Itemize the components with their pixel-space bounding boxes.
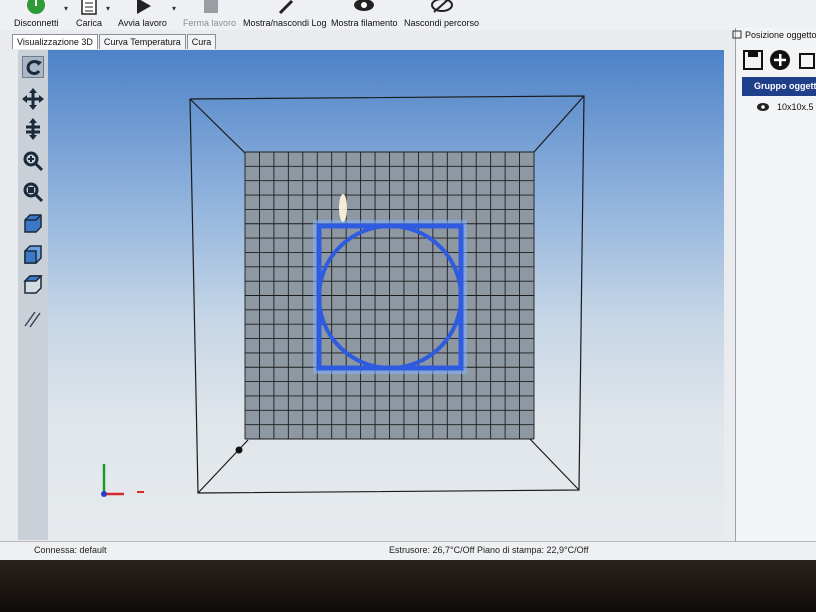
view-tabs: Visualizzazione 3D Curva Temperatura Cur… <box>12 34 217 49</box>
load-button[interactable]: Carica <box>76 0 102 30</box>
temperature-status: Estrusore: 26,7°C/Off Piano di stampa: 2… <box>389 545 589 555</box>
move-view-button[interactable] <box>22 88 44 110</box>
bed-grid <box>244 151 535 440</box>
stop-job-label: Ferma lavoro <box>183 18 237 28</box>
zoom-in-button[interactable] <box>22 150 44 172</box>
zoom-fit-icon <box>23 182 44 203</box>
view-tools <box>18 50 48 540</box>
disconnect-button[interactable]: Disconnetti <box>14 0 59 30</box>
move-vertical-icon <box>26 118 40 140</box>
cube-iso-icon <box>24 214 42 233</box>
cube-front-icon <box>24 245 42 264</box>
object-group-header[interactable]: Gruppo oggetti <box>742 77 816 96</box>
play-icon <box>131 0 153 16</box>
visibility-eye-icon[interactable] <box>756 102 770 112</box>
start-job-label: Avvia lavoro <box>118 18 167 28</box>
object-actions <box>742 48 816 74</box>
pencil-icon <box>274 0 296 16</box>
status-bar: Connessa: default Estrusore: 26,7°C/Off … <box>0 541 816 560</box>
dropdown-caret-icon[interactable]: ▾ <box>106 4 110 13</box>
eye-icon <box>353 0 375 16</box>
stop-icon <box>199 0 221 16</box>
origin-marker <box>235 446 243 454</box>
move-arrows-icon <box>22 88 44 110</box>
save-icon[interactable] <box>743 50 763 70</box>
move-object-button[interactable] <box>22 118 44 140</box>
hide-path-label: Nascondi percorso <box>404 18 480 28</box>
copy-icon[interactable] <box>799 53 815 69</box>
show-filament-button[interactable]: Mostra filamento <box>331 0 398 30</box>
parallel-lines-icon <box>24 311 41 328</box>
tab-cura[interactable]: Cura <box>186 34 217 49</box>
maximize-icon[interactable] <box>731 30 743 40</box>
rotate-view-button[interactable] <box>22 56 44 78</box>
axis-gizmo <box>101 464 144 497</box>
tab-temperature-curve[interactable]: Curva Temperatura <box>98 34 186 49</box>
top-view-button[interactable] <box>22 274 44 296</box>
hide-path-button[interactable]: Nascondi percorso <box>404 0 479 30</box>
connection-status: Connessa: default <box>34 545 107 555</box>
screen-glare <box>339 194 347 222</box>
document-icon <box>78 0 100 16</box>
object-name: 10x10x.5 <box>777 102 814 112</box>
parallel-view-button[interactable] <box>22 308 44 330</box>
power-icon <box>25 0 47 16</box>
eye-crossed-icon <box>430 0 453 16</box>
dropdown-caret-icon[interactable]: ▾ <box>172 4 176 13</box>
panel-title: Posizione oggetto <box>745 30 816 40</box>
disconnect-label: Disconnetti <box>14 18 59 28</box>
object-list-item[interactable]: 10x10x.5 <box>756 102 814 112</box>
show-filament-label: Mostra filamento <box>331 18 398 28</box>
monitor-bezel <box>0 560 816 612</box>
start-job-button[interactable]: Avvia lavoro <box>118 0 167 30</box>
zoom-fit-button[interactable] <box>22 181 44 203</box>
zoom-in-icon <box>23 151 44 172</box>
tab-3d-view[interactable]: Visualizzazione 3D <box>12 34 98 49</box>
toggle-log-button[interactable]: Mostra/nascondi Log <box>243 0 327 30</box>
front-view-button[interactable] <box>22 244 44 266</box>
iso-view-button[interactable] <box>22 213 44 235</box>
object-panel: Posizione oggetto Gruppo oggetti 10x10x.… <box>735 28 816 542</box>
cube-top-icon <box>23 275 43 294</box>
dropdown-caret-icon[interactable]: ▾ <box>64 4 68 13</box>
main-toolbar: Disconnetti ▾ Carica ▾ Avvia lavoro ▾ Fe… <box>0 0 816 30</box>
stop-job-button[interactable]: Ferma lavoro <box>183 0 236 30</box>
toggle-log-label: Mostra/nascondi Log <box>243 18 327 28</box>
add-icon[interactable] <box>770 50 790 70</box>
load-label: Carica <box>76 18 103 28</box>
app-window: Disconnetti ▾ Carica ▾ Avvia lavoro ▾ Fe… <box>0 0 816 560</box>
rotate-icon <box>26 60 42 76</box>
3d-view-canvas[interactable] <box>48 50 724 540</box>
